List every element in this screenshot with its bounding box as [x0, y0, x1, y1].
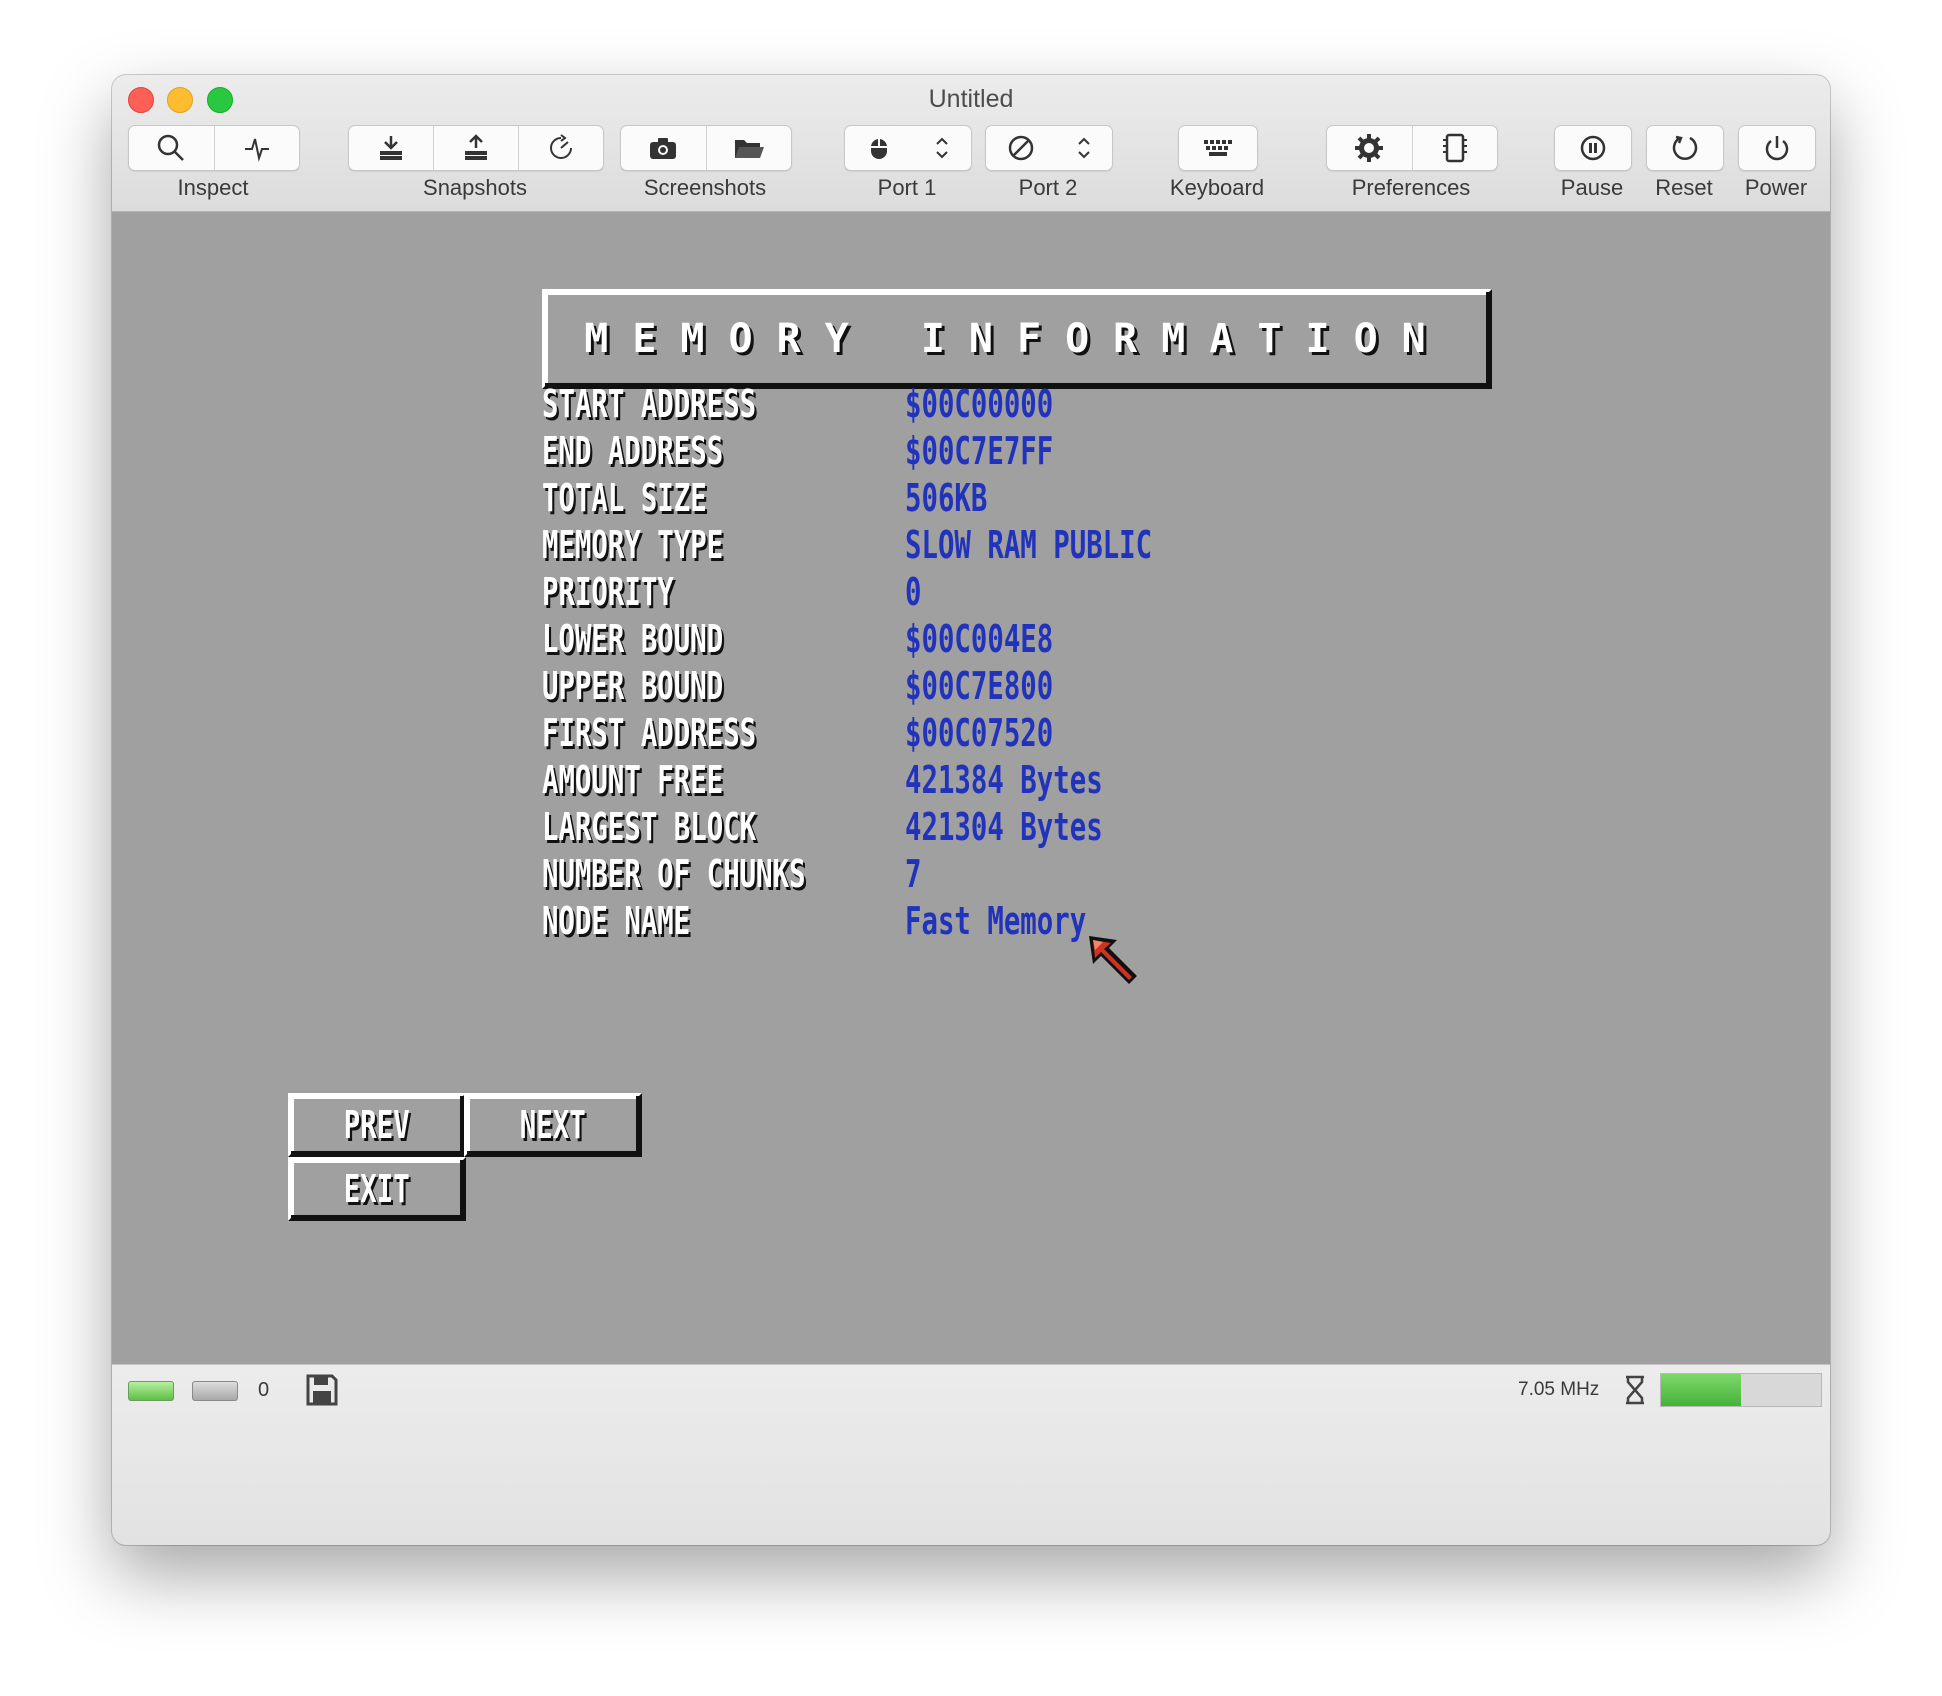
next-button-label: NEXT	[520, 1103, 586, 1147]
row-value: 7	[905, 852, 922, 896]
inspect-group	[128, 125, 300, 171]
window-title: Untitled	[928, 85, 1014, 113]
row-value: $00C07520	[905, 711, 1054, 755]
snapshots-label: Snapshots	[423, 175, 527, 200]
take-screenshot-button[interactable]	[621, 126, 707, 170]
emulator-screen[interactable]: MEMORY INFORMATION START ADDRESS $00C0000…	[112, 212, 1830, 1364]
gear-icon	[1355, 134, 1384, 162]
keyboard-group	[1178, 125, 1258, 171]
amiga-pointer-icon	[1089, 936, 1137, 984]
pause-group	[1554, 125, 1632, 171]
row-label: NODE NAME	[542, 899, 691, 943]
drive-count: 0	[258, 1379, 270, 1401]
mouse-icon	[870, 139, 887, 159]
clock-speed: 7.05 MHz	[1518, 1379, 1600, 1400]
prev-button[interactable]: PREV	[288, 1093, 466, 1157]
chevron-updown-icon	[1078, 137, 1090, 159]
row-value: $00C7E7FF	[905, 429, 1054, 473]
keyboard-label: Keyboard	[1169, 175, 1265, 200]
speed-meter-fill	[1661, 1374, 1741, 1406]
power-button[interactable]	[1739, 126, 1815, 170]
magnifier-icon	[158, 134, 185, 161]
power-icon	[1765, 136, 1789, 161]
monitor-button[interactable]	[215, 126, 300, 170]
power-label: Power	[1744, 175, 1808, 200]
memory-card-icon	[1442, 133, 1467, 163]
row-label: START ADDRESS	[542, 382, 757, 426]
hourglass-icon[interactable]	[1622, 1374, 1648, 1406]
browse-snapshots-button[interactable]	[519, 126, 603, 170]
inspect-label: Inspect	[177, 175, 249, 200]
pause-button[interactable]	[1555, 126, 1631, 170]
activity-icon	[244, 138, 269, 162]
status-bar: 0 7.05 MHz	[112, 1364, 1830, 1545]
keyboard-button[interactable]	[1179, 126, 1257, 170]
port1-select[interactable]	[845, 126, 971, 170]
preferences-group	[1326, 125, 1498, 171]
page-title: MEMORY INFORMATION	[584, 316, 1450, 362]
port1-group	[844, 125, 972, 171]
reset-icon	[1672, 135, 1698, 161]
port2-group	[985, 125, 1113, 171]
title-bar: Untitled Inspect Snapshots Screenshots P…	[112, 75, 1830, 212]
row-value: 421384 Bytes	[905, 758, 1103, 802]
preferences-button[interactable]	[1327, 126, 1413, 170]
next-button[interactable]: NEXT	[464, 1093, 642, 1157]
emulator-window: Untitled Inspect Snapshots Screenshots P…	[112, 75, 1830, 1545]
speed-meter	[1660, 1373, 1822, 1407]
row-value: $00C00000	[905, 382, 1054, 426]
row-label: TOTAL SIZE	[542, 476, 707, 520]
row-value: $00C004E8	[905, 617, 1054, 661]
reset-group	[1646, 125, 1724, 171]
row-value: Fast Memory	[905, 899, 1087, 943]
row-label: PRIORITY	[542, 570, 674, 614]
floppy-icon[interactable]	[305, 1373, 339, 1407]
row-value: SLOW RAM PUBLIC	[905, 523, 1153, 567]
chevron-updown-icon	[935, 137, 948, 159]
row-value: 0	[905, 570, 922, 614]
snapshot-timer-icon	[550, 134, 572, 159]
port1-label: Port 1	[877, 175, 937, 200]
power-led-icon	[128, 1381, 174, 1401]
row-value: 421304 Bytes	[905, 805, 1103, 849]
memory-info-header: MEMORY INFORMATION	[542, 289, 1492, 389]
row-label: AMOUNT FREE	[542, 758, 724, 802]
restore-snapshot-button[interactable]	[434, 126, 519, 170]
port2-select[interactable]	[986, 126, 1112, 170]
reset-button[interactable]	[1647, 126, 1723, 170]
pause-icon	[1580, 135, 1606, 161]
inspect-button[interactable]	[129, 126, 215, 170]
snapshots-group	[348, 125, 604, 171]
take-snapshot-button[interactable]	[349, 126, 434, 170]
row-label: END ADDRESS	[542, 429, 724, 473]
row-label: MEMORY TYPE	[542, 523, 724, 567]
no-device-icon	[1008, 135, 1034, 161]
row-label: FIRST ADDRESS	[542, 711, 757, 755]
exit-button[interactable]: EXIT	[288, 1157, 466, 1221]
row-value: $00C7E800	[905, 664, 1054, 708]
row-label: LARGEST BLOCK	[542, 805, 757, 849]
power-group	[1738, 125, 1816, 171]
row-value: 506KB	[905, 476, 988, 520]
browse-screenshots-button[interactable]	[707, 126, 792, 170]
drive-led-icon	[192, 1381, 238, 1401]
snapshot-save-icon	[380, 136, 402, 160]
reset-label: Reset	[1655, 175, 1713, 200]
camera-icon	[650, 138, 677, 159]
keyboard-icon	[1204, 140, 1232, 156]
configuration-button[interactable]	[1413, 126, 1498, 170]
folder-icon	[734, 140, 764, 158]
screenshots-group	[620, 125, 792, 171]
screenshots-label: Screenshots	[643, 175, 767, 200]
row-label: NUMBER OF CHUNKS	[542, 852, 806, 896]
preferences-label: Preferences	[1351, 175, 1471, 200]
pause-label: Pause	[1560, 175, 1624, 200]
exit-button-label: EXIT	[344, 1167, 410, 1211]
row-label: LOWER BOUND	[542, 617, 724, 661]
port2-label: Port 2	[1018, 175, 1078, 200]
row-label: UPPER BOUND	[542, 664, 724, 708]
snapshot-load-icon	[465, 134, 487, 160]
prev-button-label: PREV	[344, 1103, 410, 1147]
